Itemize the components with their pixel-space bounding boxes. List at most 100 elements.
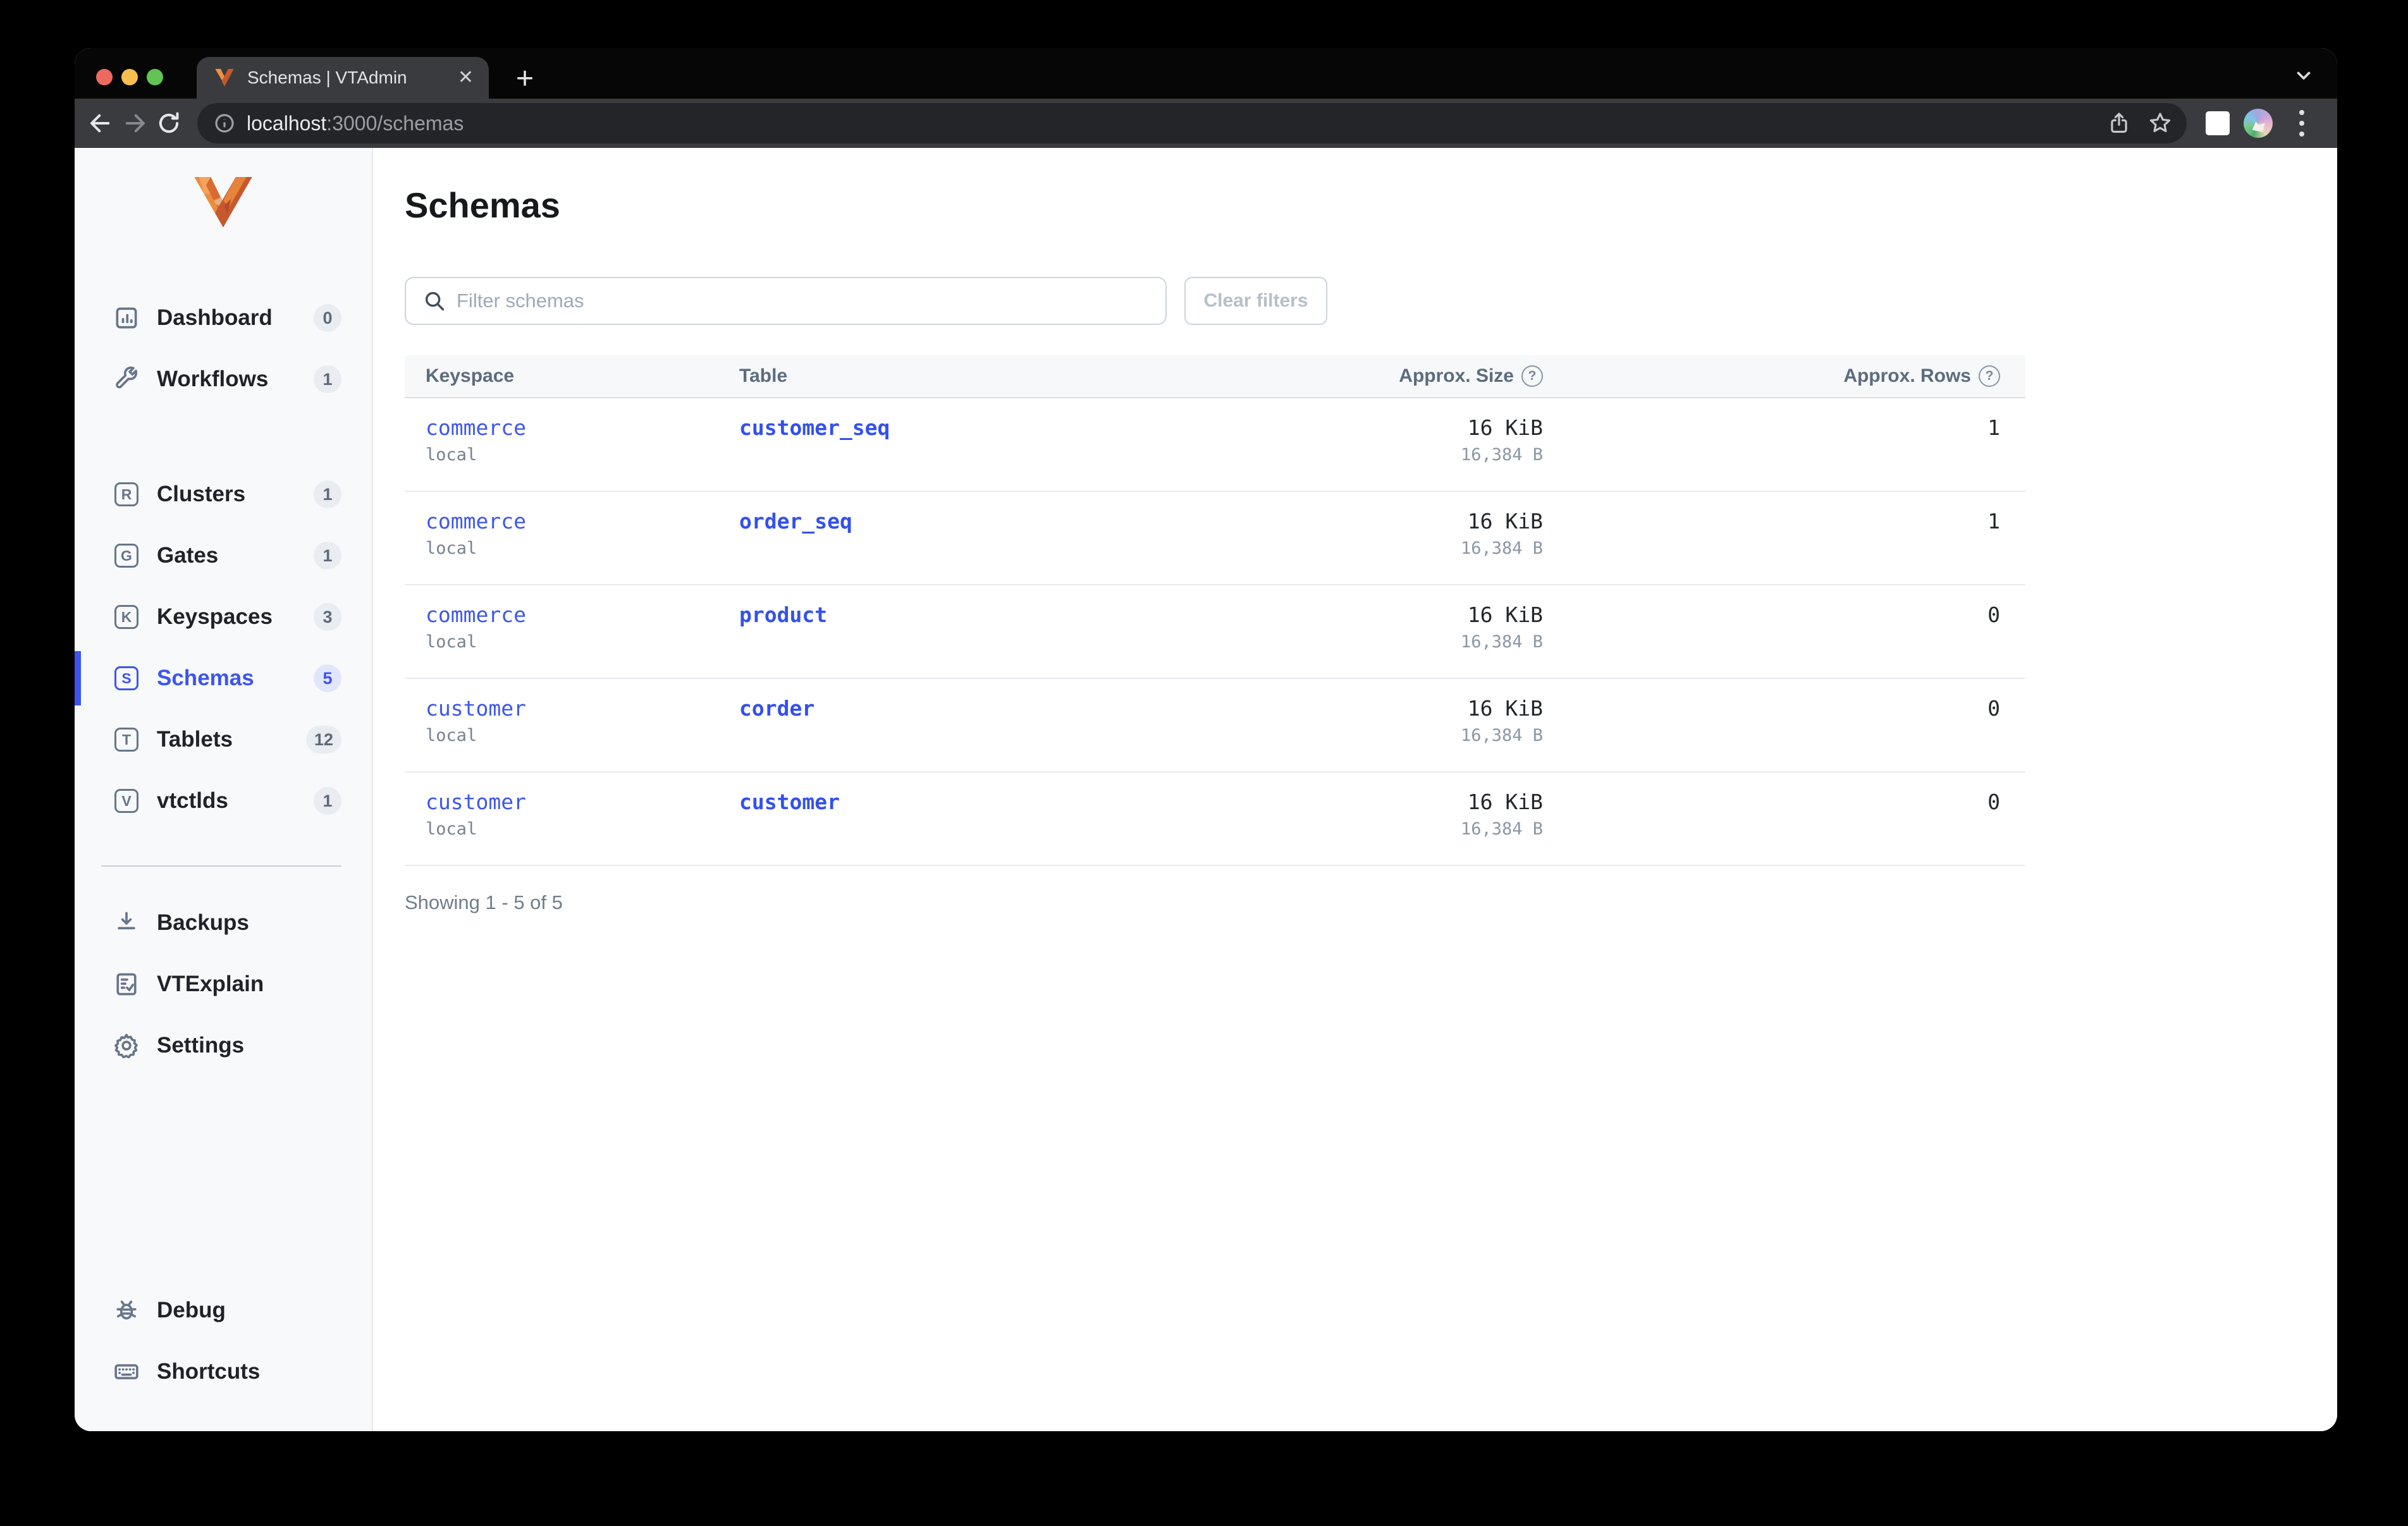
doc-check-icon (113, 970, 140, 998)
keyspace-link[interactable]: customer (426, 790, 739, 814)
tab-close-icon[interactable]: ✕ (458, 68, 474, 87)
count-badge: 0 (314, 304, 341, 332)
sidebar-item-label: vtctlds (157, 788, 228, 813)
letter-k-icon: K (113, 605, 140, 629)
filter-row: Clear filters (405, 277, 2337, 325)
sidebar-item-label: Gates (157, 543, 219, 568)
table-link[interactable]: order_seq (739, 509, 852, 534)
sidebar-item-label: Dashboard (157, 305, 273, 330)
table-header: Keyspace Table Approx. Size? Approx. Row… (405, 355, 2025, 398)
sidebar-item-vtexplain[interactable]: VTExplain (75, 957, 372, 1011)
zoom-window-button[interactable] (147, 69, 163, 85)
minimize-window-button[interactable] (121, 69, 138, 85)
sidebar-item-label: Workflows (157, 367, 269, 391)
sidebar: Dashboard 0 Workflows 1 R Clusters 1 G G… (75, 148, 373, 1431)
sidebar-item-shortcuts[interactable]: Shortcuts (75, 1345, 372, 1399)
share-icon[interactable] (2107, 111, 2131, 135)
side-panel-icon[interactable] (2206, 111, 2230, 135)
table-link[interactable]: corder (739, 696, 814, 721)
help-icon[interactable]: ? (1521, 365, 1543, 387)
clear-filters-button[interactable]: Clear filters (1184, 277, 1327, 325)
window-controls (96, 69, 163, 85)
filter-schemas-input[interactable] (405, 277, 1167, 325)
column-header-table: Table (739, 365, 788, 386)
profile-avatar[interactable] (2244, 109, 2273, 138)
sidebar-item-tablets[interactable]: T Tablets 12 (75, 712, 372, 767)
vitess-favicon (215, 69, 234, 87)
column-header-approx-size: Approx. Size? (1189, 365, 1543, 387)
table-row: customer local corder 16 KiB 16,384 B 0 (405, 679, 2025, 772)
keyspace-link[interactable]: commerce (426, 602, 739, 627)
site-info-icon[interactable] (212, 111, 236, 135)
table-row: commerce local order_seq 16 KiB 16,384 B 1 (405, 492, 2025, 585)
sidebar-item-debug[interactable]: Debug (75, 1283, 372, 1338)
table-row: commerce local product 16 KiB 16,384 B 0 (405, 585, 2025, 679)
back-button[interactable] (83, 106, 118, 140)
tab-search-chevron-icon[interactable] (2293, 64, 2314, 89)
approx-size: 16 KiB (1467, 602, 1543, 627)
bug-icon (113, 1297, 140, 1324)
keyspace-link[interactable]: customer (426, 696, 739, 721)
sidebar-item-keyspaces[interactable]: K Keyspaces 3 (75, 590, 372, 644)
help-icon[interactable]: ? (1979, 365, 2000, 387)
search-icon (425, 291, 445, 311)
size-bytes: 16,384 B (1460, 445, 1543, 465)
table-link[interactable]: customer_seq (739, 415, 890, 440)
sidebar-item-label: Backups (157, 910, 249, 935)
gear-icon (113, 1032, 140, 1059)
sidebar-footer-nav: Debug Shortcuts (75, 1283, 372, 1406)
cluster-name: local (426, 726, 477, 745)
sidebar-item-dashboard[interactable]: Dashboard 0 (75, 291, 372, 345)
forward-button[interactable] (118, 106, 152, 140)
sidebar-item-label: Clusters (157, 482, 246, 506)
keyboard-icon (113, 1358, 140, 1386)
sidebar-item-settings[interactable]: Settings (75, 1018, 372, 1073)
count-badge: 12 (305, 726, 341, 754)
sidebar-item-gates[interactable]: G Gates 1 (75, 528, 372, 583)
keyspace-link[interactable]: commerce (426, 415, 739, 440)
size-bytes: 16,384 B (1460, 819, 1543, 839)
sidebar-item-schemas[interactable]: S Schemas 5 (75, 651, 372, 705)
table-pagination-summary: Showing 1 - 5 of 5 (405, 891, 563, 913)
main-content: Schemas Clear filters Keyspace Table App… (373, 148, 2337, 1431)
letter-v-icon: V (113, 789, 140, 813)
sidebar-nav: Dashboard 0 Workflows 1 R Clusters 1 G G… (75, 291, 372, 1080)
count-badge: 1 (314, 480, 341, 508)
vitess-logo[interactable] (194, 177, 252, 228)
bookmark-star-icon[interactable] (2147, 111, 2173, 136)
table-link[interactable]: customer (739, 790, 840, 814)
address-bar[interactable]: localhost:3000/schemas (197, 103, 2187, 143)
letter-r-icon: R (113, 482, 140, 506)
size-bytes: 16,384 B (1460, 539, 1543, 558)
sidebar-item-label: Debug (157, 1298, 226, 1322)
sidebar-item-vtctlds[interactable]: V vtctlds 1 (75, 774, 372, 828)
table-link[interactable]: product (739, 602, 827, 627)
letter-t-icon: T (113, 728, 140, 752)
cluster-name: local (426, 539, 477, 558)
reload-button[interactable] (152, 106, 186, 140)
vtadmin-app: Dashboard 0 Workflows 1 R Clusters 1 G G… (75, 148, 2337, 1431)
dashboard-icon (113, 304, 140, 332)
sidebar-item-label: Tablets (157, 727, 233, 752)
filter-box (405, 277, 1167, 325)
browser-window: Schemas | VTAdmin ✕ + localhost:3000/sch… (75, 48, 2337, 1431)
sidebar-item-backups[interactable]: Backups (75, 896, 372, 950)
letter-g-icon: G (113, 544, 140, 568)
close-window-button[interactable] (96, 69, 113, 85)
count-badge: 1 (314, 542, 341, 570)
keyspace-link[interactable]: commerce (426, 509, 739, 534)
table-row: customer local customer 16 KiB 16,384 B 0 (405, 772, 2025, 866)
sidebar-item-label: Schemas (157, 666, 254, 690)
count-badge: 3 (314, 603, 341, 631)
size-bytes: 16,384 B (1460, 632, 1543, 652)
count-badge: 1 (314, 787, 341, 815)
browser-tab[interactable]: Schemas | VTAdmin ✕ (197, 57, 489, 99)
approx-rows: 0 (1987, 602, 2000, 627)
approx-rows: 1 (1987, 509, 2000, 534)
sidebar-item-clusters[interactable]: R Clusters 1 (75, 467, 372, 522)
browser-menu-icon[interactable] (2288, 110, 2316, 137)
sidebar-item-label: Settings (157, 1033, 245, 1058)
sidebar-item-workflows[interactable]: Workflows 1 (75, 352, 372, 406)
approx-size: 16 KiB (1467, 790, 1543, 814)
new-tab-button[interactable]: + (506, 59, 544, 97)
